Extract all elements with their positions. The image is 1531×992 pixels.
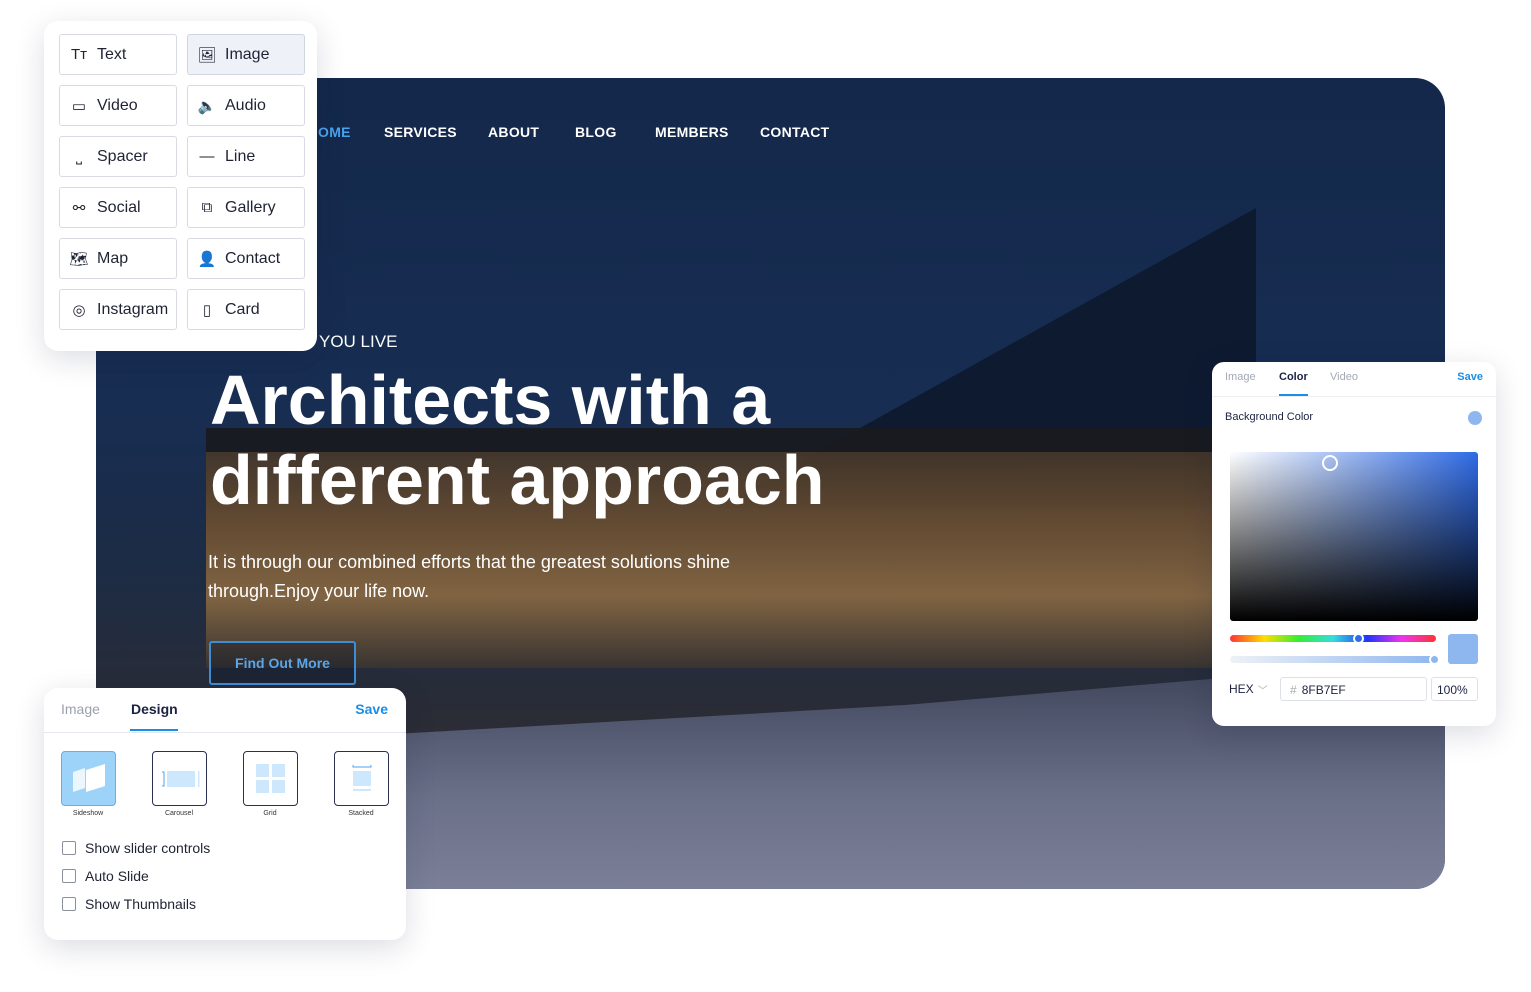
title-line-1: Architects with a bbox=[210, 361, 771, 439]
image-icon: 🖼 bbox=[197, 46, 217, 64]
element-image-button[interactable]: 🖼 Image bbox=[187, 34, 305, 75]
tab-video[interactable]: Video bbox=[1330, 371, 1358, 383]
element-gallery-button[interactable]: ⧉ Gallery bbox=[187, 187, 305, 228]
element-line-button[interactable]: — Line bbox=[187, 136, 305, 177]
auto-slide-checkbox[interactable]: Auto Slide bbox=[62, 868, 149, 884]
option-label: Auto Slide bbox=[85, 868, 149, 884]
layout-label: Sideshow bbox=[72, 810, 104, 817]
element-label: Image bbox=[225, 45, 270, 63]
element-label: Spacer bbox=[97, 147, 148, 165]
background-color-label: Background Color bbox=[1225, 411, 1314, 423]
share-icon: ⚯ bbox=[72, 199, 86, 217]
active-tab-indicator bbox=[130, 729, 178, 731]
divider bbox=[1212, 396, 1496, 397]
color-panel: Image Color Video Save Background Color … bbox=[1212, 362, 1496, 726]
instagram-icon: ◎ bbox=[72, 301, 86, 319]
text-icon: Tт bbox=[70, 46, 88, 63]
checkbox[interactable] bbox=[62, 897, 76, 911]
layout-grid[interactable] bbox=[243, 751, 298, 806]
stacked-icon bbox=[352, 764, 371, 791]
element-label: Map bbox=[97, 249, 129, 267]
layout-label: Stacked bbox=[348, 810, 374, 817]
element-map-button[interactable]: 🗺 Map bbox=[59, 238, 177, 279]
hero-title: Architects with a different approach bbox=[210, 360, 910, 520]
alpha-slider[interactable] bbox=[1230, 654, 1440, 665]
video-icon: ▭ bbox=[71, 97, 87, 115]
option-label: Show slider controls bbox=[85, 840, 211, 856]
nav-blog[interactable]: BLOG bbox=[575, 124, 617, 140]
element-contact-button[interactable]: 👤 Contact bbox=[187, 238, 305, 279]
title-line-2: different approach bbox=[210, 441, 825, 519]
divider bbox=[44, 732, 406, 733]
spacer-icon: ⎵ bbox=[75, 148, 82, 165]
layout-label: Grid bbox=[263, 810, 277, 817]
element-instagram-button[interactable]: ◎ Instagram bbox=[59, 289, 177, 330]
nav-about[interactable]: ABOUT bbox=[488, 124, 539, 140]
opacity-input[interactable]: 100% bbox=[1431, 677, 1478, 701]
element-label: Social bbox=[97, 198, 141, 216]
slideshow-icon bbox=[72, 763, 105, 792]
layout-label: Carousel bbox=[164, 810, 193, 817]
color-preview bbox=[1448, 634, 1478, 664]
color-swatch[interactable] bbox=[1468, 411, 1482, 425]
chevron-down-icon: ﹀ bbox=[1257, 686, 1268, 697]
hex-prefix: # bbox=[1290, 683, 1297, 697]
element-label: Card bbox=[225, 300, 260, 318]
layout-carousel[interactable] bbox=[152, 751, 207, 806]
nav-members[interactable]: MEMBERS bbox=[655, 124, 729, 140]
element-label: Gallery bbox=[225, 198, 276, 216]
elements-panel: Tт Text 🖼 Image ▭ Video 🔈 Audio ⎵ Spacer — Line ⚯ Soc… bbox=[44, 21, 317, 351]
checkbox[interactable] bbox=[62, 841, 76, 855]
element-audio-button[interactable]: 🔈 Audio bbox=[187, 85, 305, 126]
design-panel: Image Design Save Sideshow Carousel Grid… bbox=[44, 688, 406, 940]
element-label: Line bbox=[225, 147, 256, 165]
hue-slider[interactable] bbox=[1230, 633, 1436, 644]
format-label: HEX bbox=[1229, 682, 1254, 696]
saturation-picker[interactable] bbox=[1230, 452, 1478, 621]
show-slider-controls-checkbox[interactable]: Show slider controls bbox=[62, 840, 210, 856]
option-label: Show Thumbnails bbox=[85, 896, 197, 912]
card-icon: ▯ bbox=[202, 301, 212, 319]
picker-handle[interactable] bbox=[1322, 455, 1338, 471]
map-icon: 🗺 bbox=[69, 250, 89, 268]
element-label: Audio bbox=[225, 96, 266, 114]
element-label: Video bbox=[97, 96, 138, 114]
layout-stacked[interactable] bbox=[334, 751, 389, 806]
element-label: Instagram bbox=[97, 300, 169, 318]
element-label: Text bbox=[97, 45, 127, 63]
element-video-button[interactable]: ▭ Video bbox=[59, 85, 177, 126]
element-social-button[interactable]: ⚯ Social bbox=[59, 187, 177, 228]
show-thumbnails-checkbox[interactable]: Show Thumbnails bbox=[62, 896, 196, 912]
tab-design[interactable]: Design bbox=[131, 701, 178, 717]
element-label: Contact bbox=[225, 249, 281, 267]
find-out-more-button[interactable]: Find Out More bbox=[209, 641, 356, 685]
tab-image[interactable]: Image bbox=[1225, 371, 1256, 383]
carousel-icon bbox=[161, 770, 199, 787]
element-text-button[interactable]: Tт Text bbox=[59, 34, 177, 75]
hue-handle[interactable] bbox=[1352, 633, 1364, 644]
save-button[interactable]: Save bbox=[1457, 371, 1483, 383]
save-button[interactable]: Save bbox=[355, 701, 388, 717]
line-icon: — bbox=[199, 148, 215, 165]
format-select[interactable]: HEX ﹀ bbox=[1229, 682, 1268, 697]
hero-subtitle: It is through our combined efforts that … bbox=[208, 552, 730, 601]
gallery-icon: ⧉ bbox=[201, 199, 213, 216]
tab-image[interactable]: Image bbox=[61, 701, 100, 717]
audio-icon: 🔈 bbox=[197, 97, 217, 115]
contact-icon: 👤 bbox=[197, 250, 217, 268]
checkbox[interactable] bbox=[62, 869, 76, 883]
grid-icon bbox=[255, 763, 285, 793]
hero-kicker: YOU LIVE bbox=[319, 332, 398, 351]
element-card-button[interactable]: ▯ Card bbox=[187, 289, 305, 330]
layout-sideshow[interactable] bbox=[61, 751, 116, 806]
alpha-handle[interactable] bbox=[1429, 654, 1440, 665]
nav-contact[interactable]: CONTACT bbox=[760, 124, 830, 140]
tab-color[interactable]: Color bbox=[1279, 371, 1308, 383]
nav-services[interactable]: SERVICES bbox=[384, 124, 457, 140]
hex-value: 8FB7EF bbox=[1301, 683, 1346, 697]
hex-input[interactable]: #8FB7EF bbox=[1280, 677, 1427, 701]
nav-home[interactable]: OME bbox=[318, 124, 351, 140]
element-spacer-button[interactable]: ⎵ Spacer bbox=[59, 136, 177, 177]
